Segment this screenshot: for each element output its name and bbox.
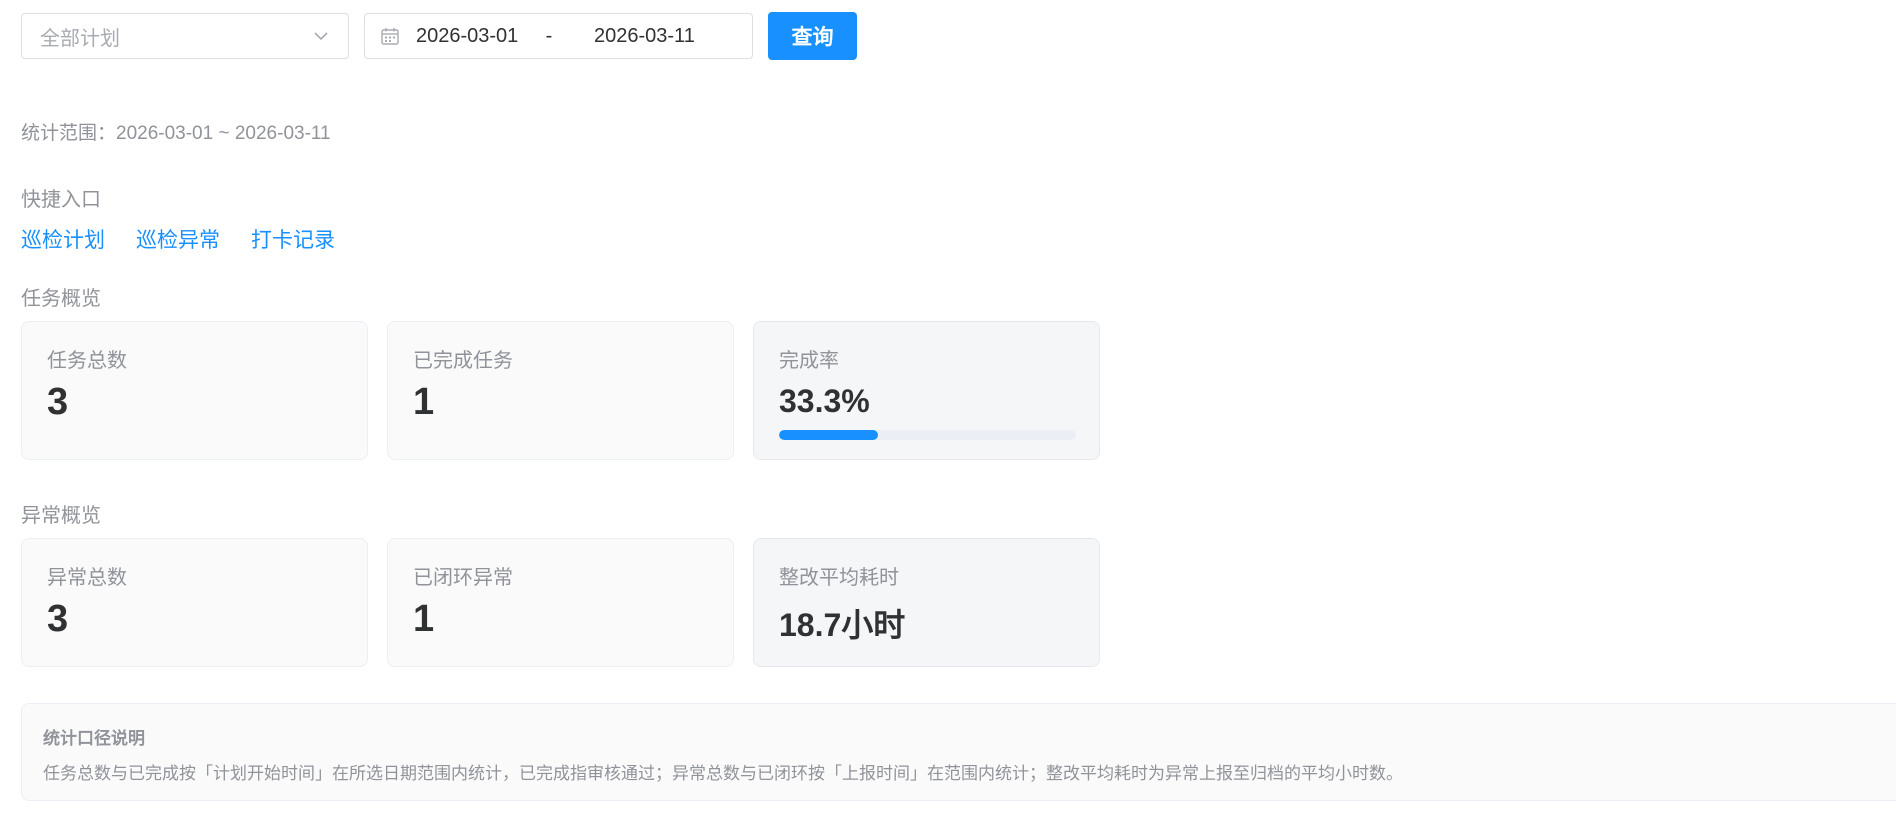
task-done-value: 1 <box>413 381 435 423</box>
issue-overview-cards: 异常总数 3 已闭环异常 1 整改平均耗时 18.7小时 <box>21 538 1100 667</box>
plan-select-placeholder: 全部计划 <box>40 27 120 50</box>
dashboard-page: 全部计划 2026-03-01 - 2026-03-11 查询 统计范围：202… <box>0 0 1896 831</box>
issue-closed-value: 1 <box>413 598 435 640</box>
chevron-down-icon <box>314 32 328 41</box>
task-overview-cards: 任务总数 3 已完成任务 1 完成率 33.3% <box>21 321 1100 460</box>
issue-closed-label: 已闭环异常 <box>413 567 513 589</box>
plan-select[interactable]: 全部计划 <box>21 13 349 59</box>
link-inspection-issue[interactable]: 巡检异常 <box>136 224 220 254</box>
calendar-icon <box>381 28 399 45</box>
task-total-value: 3 <box>47 381 69 423</box>
completion-progress-fill <box>779 430 878 440</box>
issue-overview-title: 异常概览 <box>21 505 101 527</box>
shortcut-links: 巡检计划 巡检异常 打卡记录 <box>21 224 335 254</box>
task-overview-title: 任务概览 <box>21 288 101 310</box>
completion-rate-value: 33.3% <box>779 383 870 419</box>
stat-method-note: 统计口径说明 任务总数与已完成按「计划开始时间」在所选日期范围内统计，已完成指审… <box>21 703 1896 801</box>
issue-closed-card: 已闭环异常 1 <box>387 538 734 667</box>
completion-rate-card: 完成率 33.3% <box>753 321 1100 460</box>
task-total-card: 任务总数 3 <box>21 321 368 460</box>
task-done-label: 已完成任务 <box>413 350 513 372</box>
link-checkin-record[interactable]: 打卡记录 <box>251 224 335 254</box>
task-done-card: 已完成任务 1 <box>387 321 734 460</box>
date-range-picker[interactable]: 2026-03-01 - 2026-03-11 <box>364 13 753 59</box>
avg-fix-time-value: 18.7小时 <box>779 607 906 643</box>
stat-range-text: 统计范围：2026-03-01 ~ 2026-03-11 <box>21 123 331 144</box>
avg-fix-time-card: 整改平均耗时 18.7小时 <box>753 538 1100 667</box>
note-title: 统计口径说明 <box>43 729 145 748</box>
filter-toolbar: 全部计划 2026-03-01 - 2026-03-11 查询 <box>21 12 1896 60</box>
issue-total-label: 异常总数 <box>47 567 127 589</box>
date-start-input[interactable]: 2026-03-01 <box>416 25 534 48</box>
task-total-label: 任务总数 <box>47 350 127 372</box>
completion-rate-label: 完成率 <box>779 350 839 372</box>
issue-total-value: 3 <box>47 598 69 640</box>
query-button[interactable]: 查询 <box>768 12 857 60</box>
date-end-input[interactable]: 2026-03-11 <box>594 25 695 48</box>
completion-progress-bar <box>779 430 1076 440</box>
shortcuts-title: 快捷入口 <box>21 189 101 211</box>
avg-fix-time-label: 整改平均耗时 <box>779 567 899 589</box>
note-body: 任务总数与已完成按「计划开始时间」在所选日期范围内统计，已完成指审核通过；异常总… <box>43 764 1403 783</box>
link-inspection-plan[interactable]: 巡检计划 <box>21 224 105 254</box>
date-separator: - <box>545 24 553 47</box>
issue-total-card: 异常总数 3 <box>21 538 368 667</box>
